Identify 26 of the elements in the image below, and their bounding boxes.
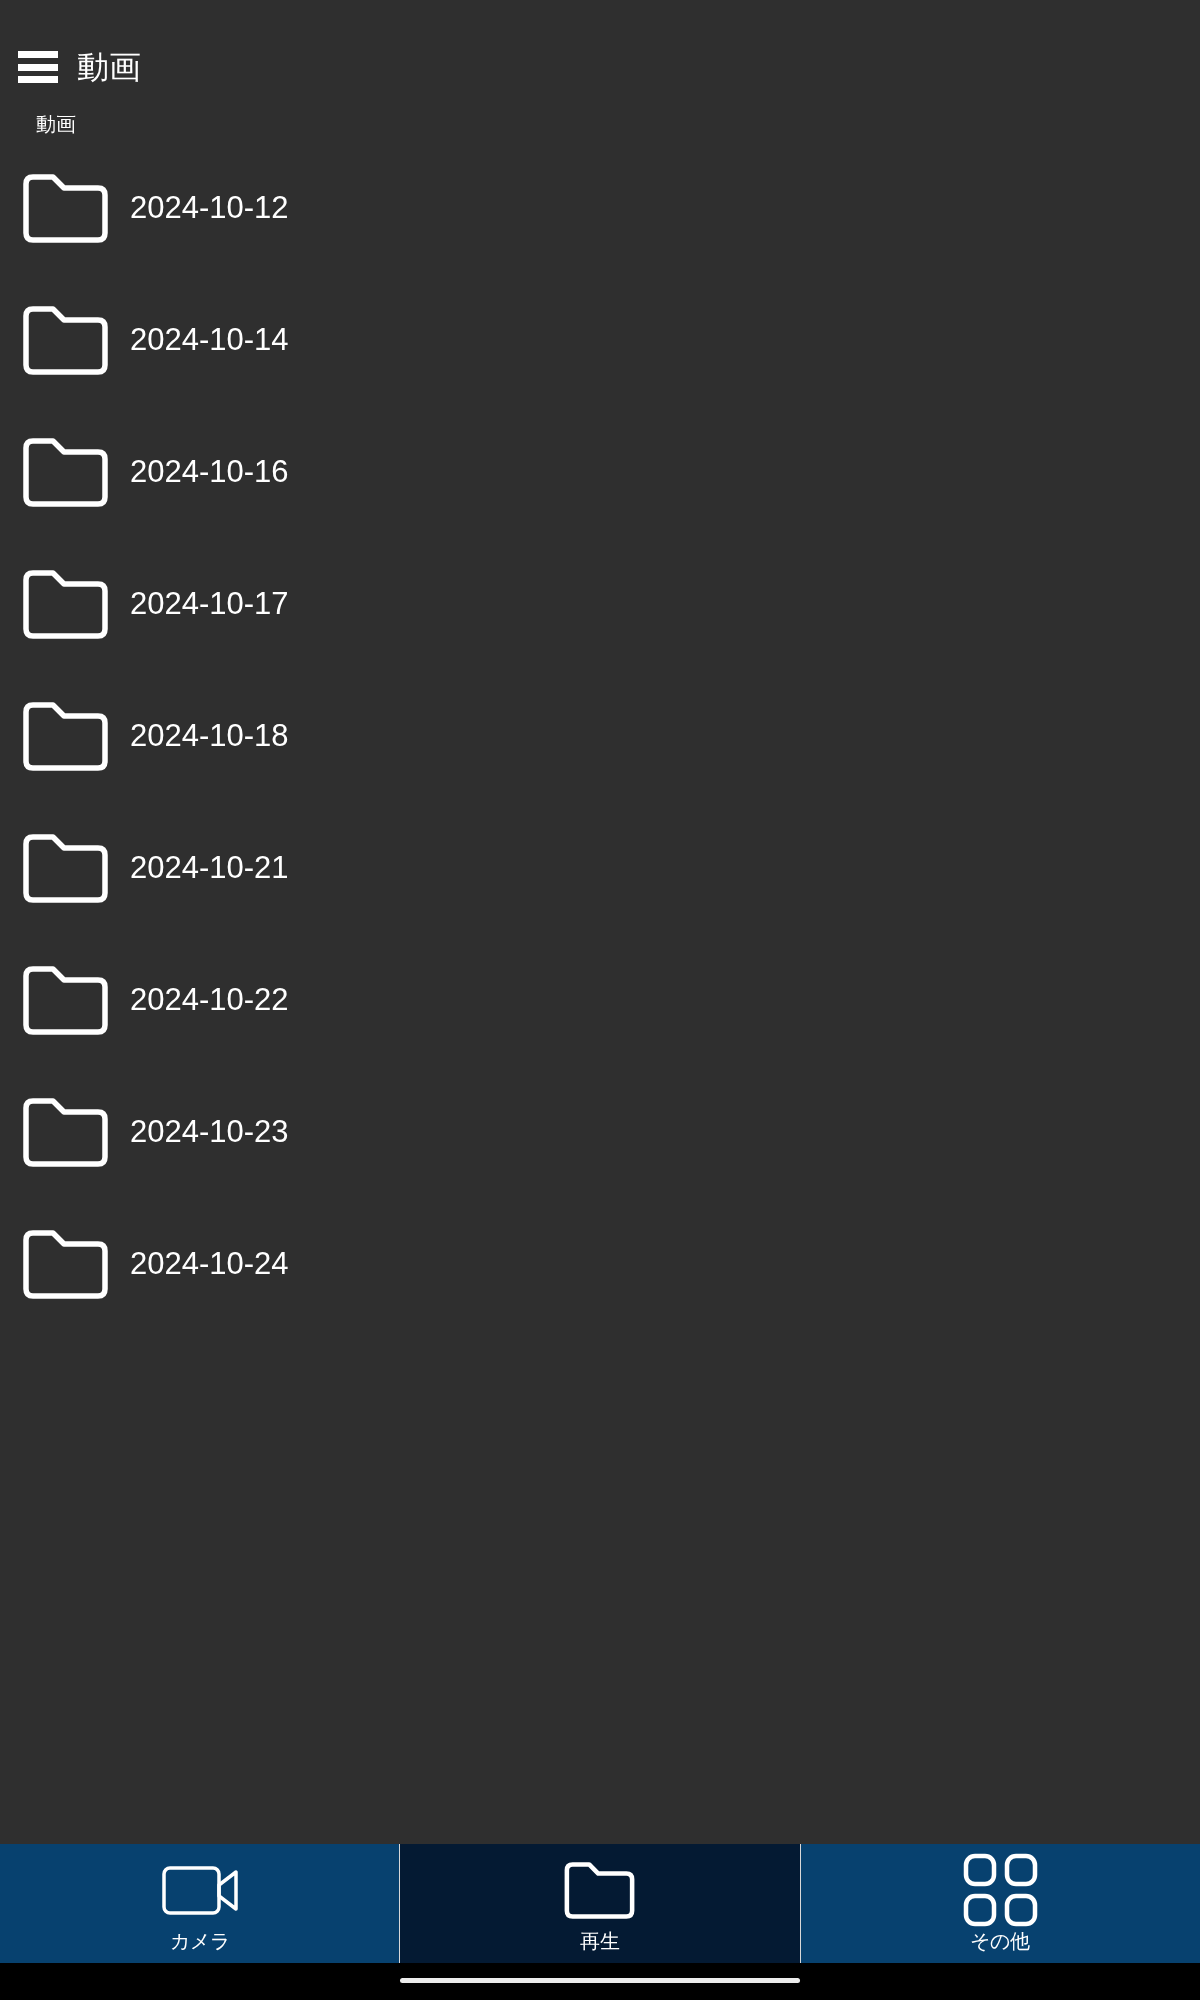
- folder-icon: [23, 305, 108, 375]
- folder-name[interactable]: 2024-10-17: [130, 586, 289, 622]
- nav-tab[interactable]: 再生: [399, 1844, 800, 1963]
- folder-name[interactable]: 2024-10-12: [130, 190, 289, 226]
- folder-name[interactable]: 2024-10-21: [130, 850, 289, 886]
- folder-name[interactable]: 2024-10-23: [130, 1114, 289, 1150]
- folder-icon: [23, 701, 108, 771]
- folder-icon: [23, 833, 108, 903]
- folder-icon: [564, 1861, 636, 1919]
- four-squares-icon: [962, 1853, 1038, 1927]
- folder-icon: [23, 173, 108, 243]
- folder-name[interactable]: 2024-10-14: [130, 322, 289, 358]
- folder-icon: [23, 1229, 108, 1299]
- page-title: 動画: [77, 49, 141, 85]
- folder-name[interactable]: 2024-10-22: [130, 982, 289, 1018]
- folder-icon: [23, 569, 108, 639]
- menu-icon: [18, 51, 58, 83]
- folder-icon: [23, 965, 108, 1035]
- folder-icon: [23, 1097, 108, 1167]
- folder-icon: [23, 437, 108, 507]
- video-camera-icon: [161, 1865, 238, 1915]
- folder-name[interactable]: 2024-10-18: [130, 718, 289, 754]
- folder-name[interactable]: 2024-10-16: [130, 454, 289, 490]
- menu-button[interactable]: [18, 51, 58, 83]
- breadcrumb-label: 動画: [36, 112, 76, 136]
- folder-name[interactable]: 2024-10-24: [130, 1246, 289, 1282]
